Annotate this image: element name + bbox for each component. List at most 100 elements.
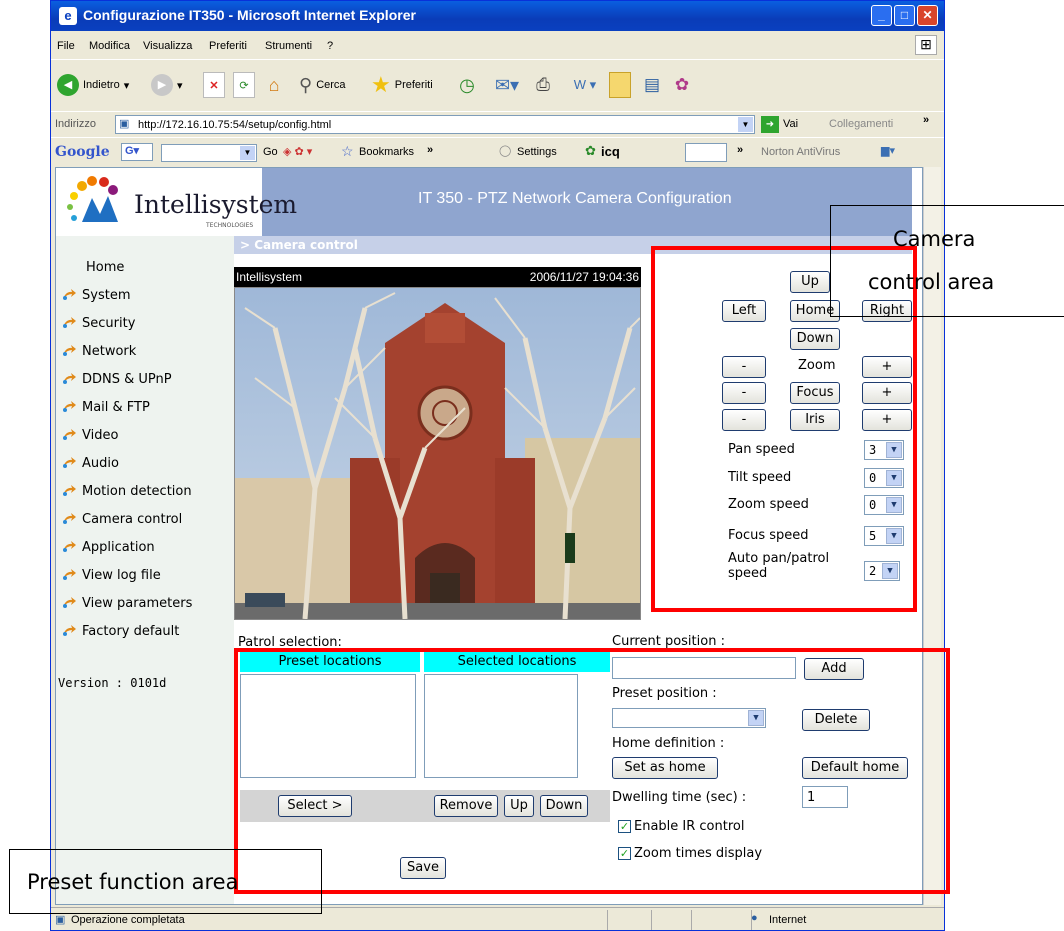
stop-icon[interactable]: ✕	[203, 72, 225, 98]
nav-arrow-icon	[62, 317, 76, 329]
sidebar-item-label: Application	[82, 539, 155, 555]
ie-icon: e	[59, 7, 77, 25]
google-bookmarks-button[interactable]: Bookmarks	[359, 146, 414, 158]
window-title: Configurazione IT350 - Microsoft Interne…	[83, 7, 416, 23]
minimize-button[interactable]: _	[871, 5, 892, 26]
sidebar-item-home[interactable]: Home	[86, 256, 124, 278]
sidebar-item-application[interactable]: Application	[62, 536, 155, 558]
nav-arrow-icon	[62, 485, 76, 497]
sidebar-item-label: Mail & FTP	[82, 399, 150, 415]
back-label: Indietro	[83, 79, 120, 91]
sidebar-item-label: Camera control	[82, 511, 183, 527]
back-button[interactable]: ◀ Indietro ▾	[57, 72, 129, 98]
sidebar-item-security[interactable]: Security	[62, 312, 135, 334]
sidebar-item-video[interactable]: Video	[62, 424, 118, 446]
google-logo: Google	[55, 144, 110, 160]
page-icon: ▣	[119, 118, 130, 130]
norton-label[interactable]: Norton AntiVirus	[761, 146, 840, 158]
google-tools-icon[interactable]: ◈ ✿ ▾	[283, 145, 312, 158]
favorites-button[interactable]: ★ Preferiti	[371, 72, 433, 98]
icq-input[interactable]	[685, 143, 727, 162]
status-divider	[651, 910, 652, 930]
status-divider	[691, 910, 692, 930]
messenger-icon[interactable]: ✿	[671, 72, 693, 98]
nav-arrow-icon	[62, 457, 76, 469]
camera-area-callout-rule	[830, 316, 1064, 317]
chevron-down-icon[interactable]: ▼	[738, 117, 753, 132]
menu-file[interactable]: File	[57, 40, 75, 52]
camera-image	[235, 288, 640, 619]
nav-arrow-icon	[62, 541, 76, 553]
sidebar-item-system[interactable]: System	[62, 284, 130, 306]
camera-area-callout-line2: control area	[868, 270, 995, 294]
sidebar-item-view-parameters[interactable]: View parameters	[62, 592, 192, 614]
sidebar-item-label: View parameters	[82, 595, 193, 611]
search-button[interactable]: ⚲ Cerca	[299, 72, 346, 98]
address-input[interactable]: ▣ http://172.16.10.75:54/setup/config.ht…	[115, 115, 755, 134]
mail-icon[interactable]: ✉▾	[489, 72, 525, 98]
norton-icon[interactable]: ▆▾	[881, 144, 895, 157]
version-label: Version : 0101d	[58, 676, 167, 690]
nav-arrow-icon	[62, 373, 76, 385]
forward-button[interactable]: ▶ ▾	[151, 72, 183, 98]
sidebar-item-label: Video	[82, 427, 119, 443]
google-settings-button[interactable]: Settings	[517, 146, 557, 158]
menu-modifica[interactable]: Modifica	[89, 40, 130, 52]
chevron-right-icon[interactable]: »	[737, 144, 743, 156]
icq-button[interactable]: icq	[601, 144, 620, 159]
sidebar-item-label: Network	[82, 343, 137, 359]
star-icon: ★	[371, 72, 391, 97]
links-label[interactable]: Collegamenti	[829, 118, 893, 130]
nav-arrow-icon	[62, 625, 76, 637]
research-icon[interactable]: ▤	[641, 72, 663, 98]
camera-area-callout-box	[830, 205, 1064, 317]
logo-subtext: TECHNOLOGIES	[206, 222, 254, 229]
maximize-button[interactable]: □	[894, 5, 915, 26]
favorites-label: Preferiti	[394, 79, 433, 91]
address-bar: Indirizzo ▣ http://172.16.10.75:54/setup…	[51, 111, 944, 137]
google-search-input[interactable]: ▼	[161, 144, 257, 162]
menu-help[interactable]: ?	[327, 40, 333, 52]
sidebar-item-view-log-file[interactable]: View log file	[62, 564, 161, 586]
address-label: Indirizzo	[55, 118, 96, 130]
sidebar-item-mail-ftp[interactable]: Mail & FTP	[62, 396, 150, 418]
chevron-right-icon[interactable]: »	[923, 114, 929, 126]
toolbar: ◀ Indietro ▾ ▶ ▾ ✕ ⟳ ⌂ ⚲ Cerca ★ Preferiti…	[51, 59, 944, 111]
sidebar-item-ddns-upnp[interactable]: DDNS & UPnP	[62, 368, 172, 390]
close-button[interactable]: ✕	[917, 5, 938, 26]
history-icon[interactable]: ◷	[455, 72, 479, 98]
menu-strumenti[interactable]: Strumenti	[265, 40, 312, 52]
go-arrow-icon[interactable]: ➜	[761, 116, 779, 133]
windows-logo-icon: ⊞	[915, 35, 937, 55]
chevron-right-icon[interactable]: »	[427, 144, 433, 156]
current-position-label: Current position :	[612, 634, 725, 649]
bookmark-star-icon: ☆	[341, 143, 354, 159]
address-url: http://172.16.10.75:54/setup/config.html	[138, 119, 332, 131]
nav-arrow-icon	[62, 289, 76, 301]
sidebar-item-factory-default[interactable]: Factory default	[62, 620, 179, 642]
nav-arrow-icon	[62, 597, 76, 609]
sidebar-item-camera-control[interactable]: Camera control	[62, 508, 182, 530]
sidebar-item-audio[interactable]: Audio	[62, 452, 119, 474]
home-icon[interactable]: ⌂	[263, 72, 285, 98]
nav-arrow-icon	[62, 401, 76, 413]
page-header: Intellisystem TECHNOLOGIES IT 350 - PTZ …	[56, 168, 912, 236]
print-icon[interactable]: ⎙	[531, 72, 555, 98]
google-go-button[interactable]: Go	[263, 146, 278, 158]
sidebar-item-label: Factory default	[82, 623, 180, 639]
chevron-down-icon[interactable]: ▼	[240, 146, 255, 160]
nav-arrow-icon	[62, 345, 76, 357]
edit-icon[interactable]: W ▾	[567, 72, 603, 98]
preset-area-callout-text: Preset function area	[27, 870, 239, 894]
menu-preferiti[interactable]: Preferiti	[209, 40, 247, 52]
zone-label: Internet	[769, 914, 807, 926]
settings-icon: ◯	[499, 145, 512, 157]
google-menu-button[interactable]: G▾	[121, 143, 153, 161]
camera-timestamp: 2006/11/27 19:04:36	[529, 270, 639, 284]
sidebar-item-motion-detection[interactable]: Motion detection	[62, 480, 192, 502]
go-button[interactable]: Vai	[783, 118, 798, 130]
notes-icon[interactable]	[609, 72, 631, 98]
refresh-icon[interactable]: ⟳	[233, 72, 255, 98]
menu-visualizza[interactable]: Visualizza	[143, 40, 192, 52]
sidebar-item-network[interactable]: Network	[62, 340, 136, 362]
